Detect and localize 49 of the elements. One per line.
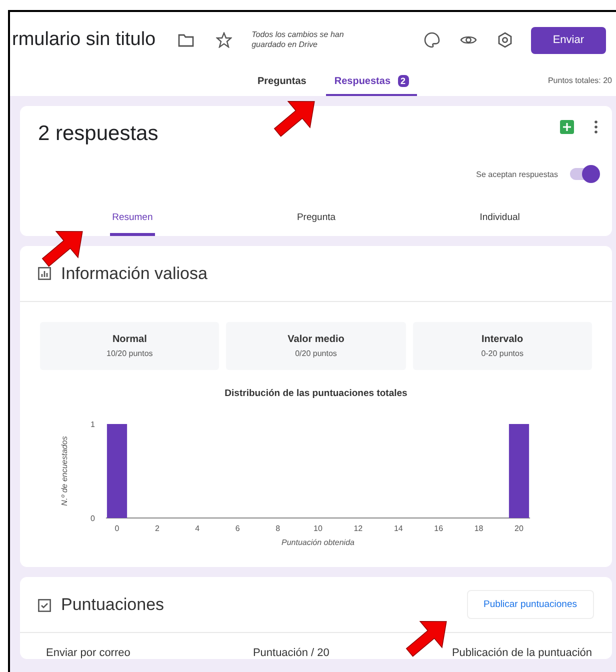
- stat-label: Valor medio: [288, 334, 344, 345]
- spreadsheet-icon[interactable]: [560, 120, 574, 134]
- view-tab[interactable]: Individual: [478, 212, 522, 236]
- y-tick-label: 1: [90, 420, 95, 429]
- stat-label: Normal: [112, 334, 147, 345]
- section-title: Puntuaciones: [61, 594, 166, 614]
- publish-scores-button[interactable]: Publicar puntuaciones: [466, 590, 594, 619]
- section-title: Información valiosa: [61, 264, 208, 284]
- accepting-label: Se aceptan respuestas: [476, 170, 558, 178]
- chart-title: Distribución de las puntuaciones totales: [224, 388, 408, 399]
- x-tick-label: 8: [276, 524, 280, 533]
- x-tick-label: 12: [354, 524, 363, 533]
- view-tab[interactable]: Resumen: [110, 212, 155, 236]
- y-tick-label: 0: [90, 514, 95, 523]
- stat-label: Intervalo: [481, 334, 524, 345]
- palette-icon[interactable]: [424, 32, 440, 48]
- star-icon[interactable]: [216, 32, 232, 48]
- folder-icon[interactable]: [178, 34, 194, 46]
- more-icon[interactable]: [594, 120, 598, 134]
- checkbox-icon: [38, 598, 51, 612]
- x-tick-label: 14: [394, 524, 403, 533]
- settings-icon[interactable]: [496, 32, 513, 48]
- x-tick-label: 20: [514, 524, 524, 533]
- x-tick-label: 2: [154, 524, 160, 533]
- column-header: Puntuación / 20: [252, 647, 330, 659]
- responses-count: 2 respuestas: [38, 122, 158, 146]
- x-axis-label: Puntuación obtenida: [282, 538, 354, 547]
- y-axis-label: N.º de encuestados: [60, 436, 69, 506]
- x-tick-label: 16: [434, 524, 444, 533]
- x-tick-label: 0: [114, 524, 120, 533]
- form-title[interactable]: rmulario sin titulo: [12, 29, 156, 51]
- view-tab[interactable]: Pregunta: [294, 212, 338, 236]
- x-tick-label: 6: [235, 524, 240, 533]
- send-button[interactable]: Enviar: [530, 26, 606, 54]
- total-points: Puntos totales: 20: [548, 76, 612, 85]
- save-status: Todos los cambios se han guardado en Drive: [252, 30, 345, 50]
- stat-value: 0-20 puntos: [481, 349, 524, 358]
- count-badge: 2: [398, 75, 409, 87]
- form-tab[interactable]: Respuestas 2: [326, 68, 417, 96]
- x-tick-label: 10: [314, 524, 322, 533]
- stat-value: 0/20 puntos: [295, 349, 337, 358]
- form-tab[interactable]: Preguntas: [249, 68, 314, 96]
- column-header: Enviar por correo: [46, 647, 130, 659]
- column-header: Publicación de la puntuación: [452, 647, 592, 659]
- insights-icon: [38, 267, 51, 280]
- x-tick-label: 18: [474, 524, 484, 533]
- x-tick-label: 4: [195, 524, 200, 533]
- stat-value: 10/20 puntos: [106, 349, 153, 358]
- eye-icon[interactable]: [460, 34, 477, 46]
